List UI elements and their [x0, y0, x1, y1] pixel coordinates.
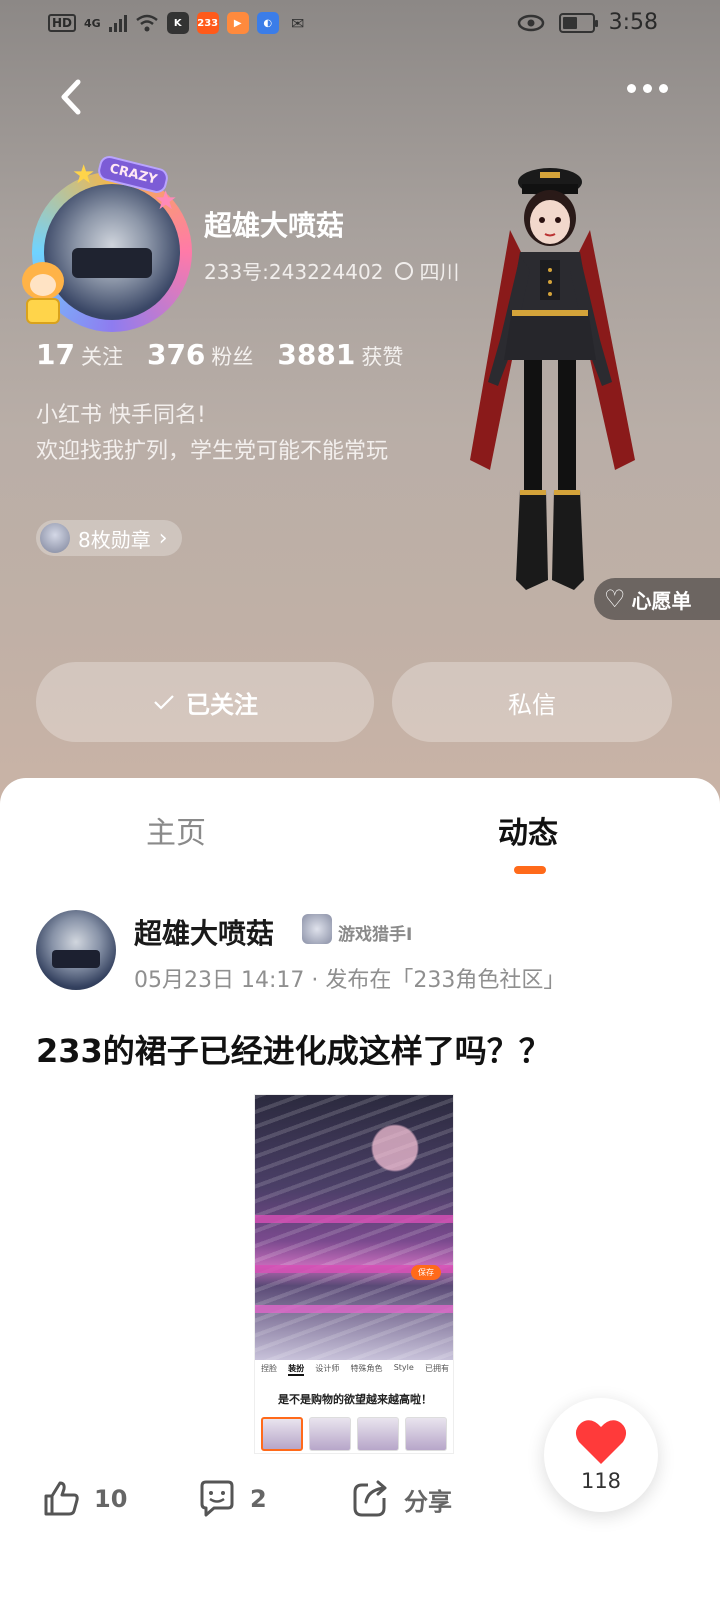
fans-label: 粉丝 [211, 345, 254, 369]
profile-avatar[interactable]: CRAZY ★ ★ [14, 153, 194, 333]
medals-button[interactable]: 8枚勋章 › [36, 520, 182, 556]
post-image-tab: Style [393, 1363, 414, 1372]
post-image-thumbnail [309, 1417, 351, 1451]
following-count: 17 [36, 338, 75, 371]
profile-id: 233号:243224402 [204, 260, 384, 284]
post-image-detail [255, 1215, 453, 1223]
star-icon: ★ [72, 160, 96, 190]
wishlist-label: 心愿单 [631, 588, 692, 613]
signal-bars-icon [108, 14, 127, 32]
comment-button[interactable]: 2 [196, 1478, 267, 1520]
signal-type: 4G [84, 16, 101, 30]
medals-label: 8枚勋章 [78, 527, 151, 552]
eye-icon [517, 14, 544, 31]
back-arrow-icon [61, 79, 81, 115]
tab-home[interactable]: 主页 [146, 808, 206, 852]
comment-icon [200, 1480, 234, 1517]
share-icon [353, 1480, 387, 1517]
app-k-icon: K [166, 12, 189, 34]
tab-feed[interactable]: 动态 [498, 808, 558, 852]
stat-following[interactable]: 17 关注 [36, 338, 123, 371]
post-image-tab: 捏脸 [261, 1364, 277, 1373]
likes-label: 获赞 [361, 345, 404, 369]
battery-icon [558, 12, 598, 33]
heart-icon [575, 1420, 627, 1464]
heart-outline-icon: ♡ [604, 585, 626, 613]
follow-label: 已关注 [186, 690, 258, 719]
profile-bio: 小红书 快手同名! 欢迎找我扩列，学生党可能不能常玩 [36, 403, 389, 464]
like-button[interactable]: 10 [40, 1478, 127, 1520]
chibi-mascot [14, 256, 74, 328]
tab-active-indicator [514, 866, 546, 874]
post-image-scene [255, 1095, 453, 1360]
floating-like-count: 118 [580, 1469, 622, 1493]
post-image-tab: 装扮 [288, 1363, 305, 1376]
post-author-avatar[interactable] [36, 910, 116, 990]
message-label: 私信 [508, 690, 556, 719]
post-image-tab: 设计师 [315, 1364, 340, 1373]
wechat-icon: ✉ [291, 13, 305, 33]
follow-button[interactable]: 已关注 [36, 662, 374, 742]
fans-count: 376 [146, 338, 206, 371]
share-button[interactable]: 分享 [350, 1478, 452, 1520]
profile-stats: 17 关注 376 粉丝 3881 获赞 [36, 338, 403, 371]
stat-likes: 3881 获赞 [277, 338, 403, 371]
post-author-name[interactable]: 超雄大喷菇 [134, 912, 274, 952]
share-label: 分享 [404, 1487, 452, 1516]
post-author-badge-label: 游戏猎手I [338, 925, 413, 945]
medal-icon [40, 523, 70, 553]
post-image-thumbnail [261, 1417, 303, 1451]
more-dots-icon[interactable] [627, 84, 668, 93]
post-image[interactable]: 保存 捏脸 装扮 设计师 特殊角色 Style 已拥有 是不是购物的欲望越来越高… [254, 1094, 454, 1454]
app-play-icon: ▶ [226, 12, 249, 34]
clock: 3:58 [608, 10, 658, 35]
post-image-save-label: 保存 [411, 1265, 441, 1280]
comment-count: 2 [250, 1485, 267, 1513]
post-image-detail [255, 1305, 453, 1313]
network-indicator: HD [48, 14, 77, 32]
wishlist-button[interactable]: ♡ 心愿单 [594, 578, 720, 620]
profile-id-row: 233号:243224402 四川 [204, 256, 459, 285]
post-image-thumbnail [357, 1417, 399, 1451]
stat-fans[interactable]: 376 粉丝 [147, 338, 253, 371]
status-bar: HD 4G K 233 ▶ ◐ ✉ 3:58 [0, 0, 720, 48]
location-icon [395, 261, 414, 280]
floating-like-button[interactable]: 118 [544, 1398, 658, 1512]
chevron-right-icon: › [158, 525, 168, 551]
likes-count: 3881 [277, 338, 356, 371]
post-author-badge-icon [302, 914, 332, 944]
post-image-thumbnail [405, 1417, 447, 1451]
following-label: 关注 [80, 345, 123, 369]
check-icon [154, 695, 174, 710]
post-image-tab: 已拥有 [424, 1364, 449, 1373]
post-image-thumbnails [261, 1417, 447, 1451]
star-icon: ★ [154, 186, 178, 216]
message-button[interactable]: 私信 [392, 662, 672, 742]
app-browser-icon: ◐ [256, 12, 279, 34]
app-233-icon: 233 [196, 12, 219, 34]
back-button[interactable] [50, 72, 94, 122]
post-image-caption: 是不是购物的欲望越来越高啦！ [278, 1393, 432, 1406]
profile-name: 超雄大喷菇 [204, 209, 345, 242]
post-image-tab: 特殊角色 [350, 1364, 383, 1373]
thumbs-up-icon [44, 1481, 79, 1516]
post-title[interactable]: 233的裙子已经进化成这样了吗？？ [36, 1026, 551, 1072]
like-count: 10 [94, 1485, 128, 1513]
post-image-tabs: 捏脸 装扮 设计师 特殊角色 Style 已拥有 [255, 1363, 453, 1376]
post-meta: 05月23日 14:17 · 发布在「233角色社区」 [134, 968, 566, 993]
character-avatar-figure[interactable] [440, 160, 660, 620]
wifi-icon [135, 14, 158, 32]
